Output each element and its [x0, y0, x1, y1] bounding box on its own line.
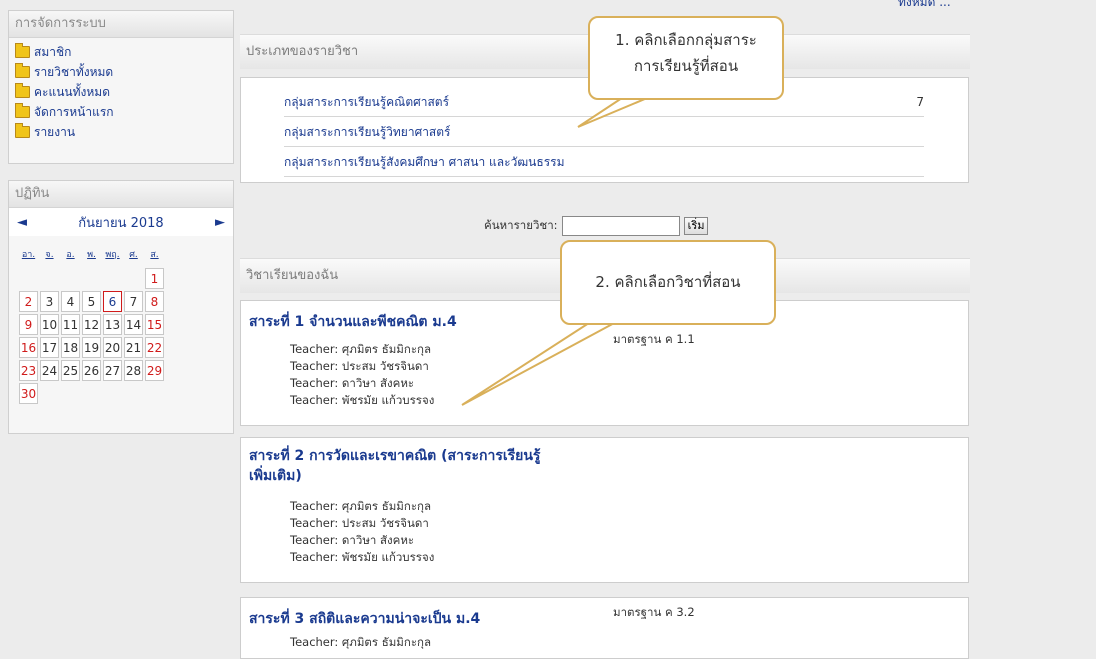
callout-text: 1. คลิกเลือกกลุ่มสาระ — [615, 31, 757, 49]
callout-text: 2. คลิกเลือกวิชาที่สอน — [595, 273, 741, 291]
callout-text: การเรียนรู้ที่สอน — [633, 57, 739, 75]
callout-1-pointer — [577, 95, 653, 128]
callout-select-category: 1. คลิกเลือกกลุ่มสาระ การเรียนรู้ที่สอน — [588, 16, 784, 100]
callout-pointers — [461, 95, 653, 406]
callout-2-pointer — [461, 320, 619, 406]
callout-select-course: 2. คลิกเลือกวิชาที่สอน — [560, 240, 776, 325]
